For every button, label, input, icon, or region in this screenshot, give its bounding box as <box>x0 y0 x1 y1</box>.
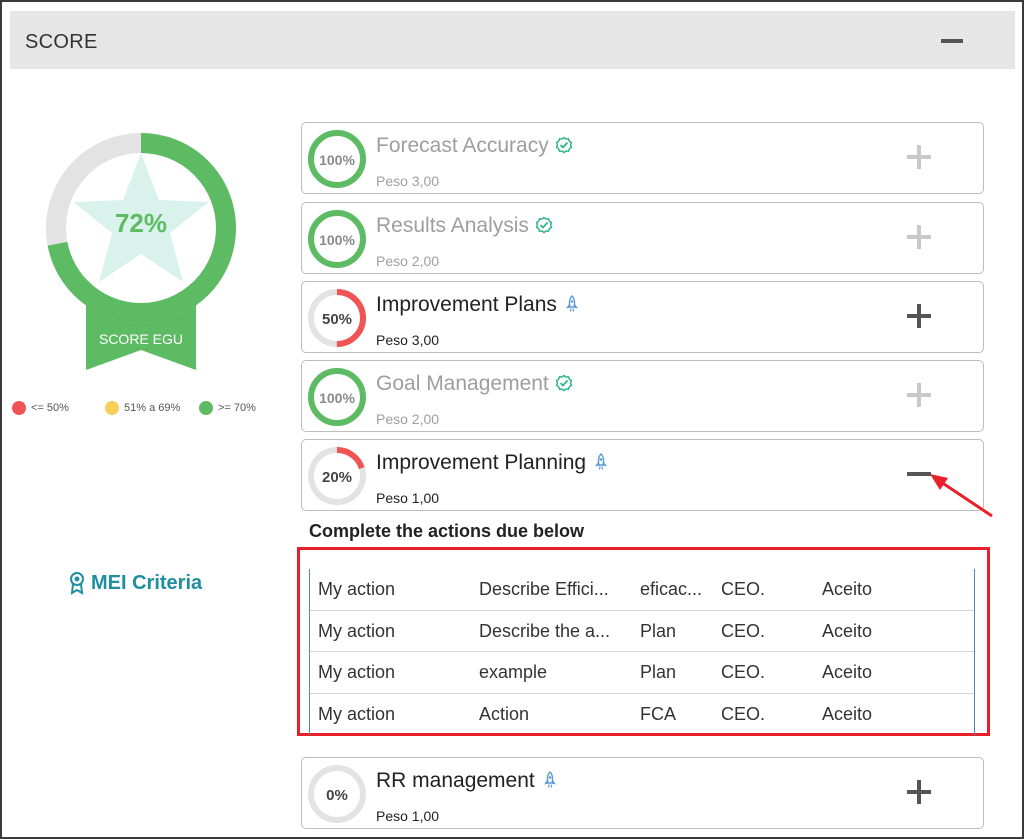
criterion-card[interactable]: 100% Forecast Accuracy Peso 3,00 <box>301 122 984 194</box>
score-panel-header[interactable]: SCORE <box>10 11 1015 69</box>
action-owner-type: My action <box>318 662 396 682</box>
actions-heading: Complete the actions due below <box>309 521 585 541</box>
criterion-title: Forecast Accuracy <box>376 134 573 158</box>
expand-plus-icon[interactable] <box>907 780 931 804</box>
overall-score-gauge: SCORE EGU 72% <box>46 133 236 370</box>
criterion-title-text: Goal Management <box>376 372 549 395</box>
check-circle-icon <box>555 374 573 392</box>
criterion-percent: 100% <box>319 390 355 406</box>
criterion-progress-ring: 100% <box>308 368 366 426</box>
action-description: example <box>479 662 548 682</box>
panel-title: SCORE <box>25 31 98 53</box>
criterion-percent: 50% <box>322 311 352 328</box>
criterion-title-text: RR management <box>376 769 535 792</box>
action-owner-type: My action <box>318 579 396 599</box>
toggle-bar-vertical <box>917 304 921 328</box>
criterion-progress-ring: 20% <box>308 447 366 505</box>
pointer-arrow <box>930 474 993 518</box>
legend-label: <= 50% <box>31 402 69 414</box>
criterion-title: Goal Management <box>376 372 573 396</box>
criterion-progress-ring: 100% <box>308 130 366 188</box>
criterion-percent: 20% <box>322 469 352 486</box>
legend-item-mid: 51% a 69% <box>105 401 180 415</box>
legend-label: >= 70% <box>218 402 256 414</box>
mei-criteria-link[interactable]: MEI Criteria <box>68 571 202 595</box>
action-category: Plan <box>640 662 677 682</box>
action-status: Aceito <box>822 620 873 641</box>
legend-label: 51% a 69% <box>124 402 181 414</box>
action-responsible: CEO. <box>721 703 766 724</box>
criterion-card[interactable]: 0% RR management Peso 1,00 <box>301 757 984 829</box>
criterion-card[interactable]: 100% Goal Management Peso 2,00 <box>301 360 984 432</box>
criterion-card[interactable]: 50% Improvement Plans Peso 3,00 <box>301 281 984 353</box>
criterion-title-text: Forecast Accuracy <box>376 134 549 157</box>
score-value: 72% <box>115 208 167 238</box>
action-description: Describe the a... <box>479 620 611 641</box>
red-dot-icon <box>12 401 26 415</box>
table-row[interactable]: My action Action FCA CEO. Aceito <box>310 694 974 736</box>
criterion-weight: Peso 1,00 <box>376 490 440 506</box>
rocket-icon <box>543 771 556 788</box>
action-description: Describe Effici... <box>479 579 609 599</box>
criterion-percent: 100% <box>319 232 355 248</box>
check-circle-icon <box>555 136 573 154</box>
criterion-title: Results Analysis <box>376 214 553 238</box>
legend-item-low: <= 50% <box>12 401 69 415</box>
table-row[interactable]: My action Describe the a... Plan CEO. Aceito <box>310 611 974 652</box>
score-ribbon-label: SCORE EGU <box>99 331 183 347</box>
toggle-bar-vertical <box>917 225 921 249</box>
expand-plus-icon[interactable] <box>907 383 931 407</box>
yellow-dot-icon <box>105 401 119 415</box>
criterion-weight: Peso 3,00 <box>376 173 440 189</box>
action-owner-type: My action <box>318 703 396 724</box>
criterion-weight: Peso 2,00 <box>376 253 440 269</box>
criterion-weight: Peso 1,00 <box>376 808 440 824</box>
check-circle-icon <box>535 216 553 234</box>
award-ribbon-icon <box>70 572 84 595</box>
rocket-icon <box>595 453 608 470</box>
criterion-card[interactable]: 20% Improvement Planning Peso 1,00 <box>301 439 984 511</box>
score-legend: <= 50% 51% a 69% >= 70% <box>12 401 272 419</box>
criterion-title: RR management <box>376 769 559 793</box>
criterion-title-text: Improvement Planning <box>376 451 587 474</box>
action-category: eficac... <box>640 579 703 599</box>
rocket-icon <box>565 295 578 312</box>
action-description: Action <box>479 703 530 724</box>
toggle-bar-vertical <box>917 145 921 169</box>
criterion-progress-ring: 0% <box>308 765 366 823</box>
criterion-progress-ring: 100% <box>308 210 366 268</box>
action-responsible: CEO. <box>721 620 766 641</box>
table-row[interactable]: My action example Plan CEO. Aceito <box>310 652 974 694</box>
criterion-title: Improvement Planning <box>376 451 610 475</box>
green-dot-icon <box>199 401 213 415</box>
criterion-weight: Peso 2,00 <box>376 411 440 427</box>
table-row[interactable]: My action Describe Effici... eficac... CEO.… <box>310 569 974 611</box>
action-status: Aceito <box>822 662 873 682</box>
toggle-bar-vertical <box>917 383 921 407</box>
actions-highlight-box: My action Describe Effici... eficac... CEO.… <box>297 547 990 736</box>
toggle-bar-vertical <box>917 780 921 804</box>
expand-plus-icon[interactable] <box>907 304 931 328</box>
criterion-title: Improvement Plans <box>376 293 581 317</box>
action-owner-type: My action <box>318 620 396 641</box>
criterion-progress-ring: 50% <box>308 289 366 347</box>
mei-criteria-label: MEI Criteria <box>91 571 203 594</box>
action-status: Aceito <box>822 703 873 724</box>
expand-plus-icon[interactable] <box>907 145 931 169</box>
collapse-panel-icon[interactable] <box>941 39 963 43</box>
criterion-weight: Peso 3,00 <box>376 332 440 348</box>
criterion-title-text: Results Analysis <box>376 214 529 237</box>
criterion-title-text: Improvement Plans <box>376 293 557 316</box>
actions-table: My action Describe Effici... eficac... CEO.… <box>309 569 975 735</box>
action-responsible: CEO. <box>721 662 766 682</box>
criterion-percent: 0% <box>326 787 348 804</box>
criterion-percent: 100% <box>319 152 355 168</box>
action-category: FCA <box>640 703 676 724</box>
criterion-card[interactable]: 100% Results Analysis Peso 2,00 <box>301 202 984 274</box>
action-responsible: CEO. <box>721 579 766 599</box>
legend-item-high: >= 70% <box>199 401 256 415</box>
expand-plus-icon[interactable] <box>907 225 931 249</box>
action-category: Plan <box>640 620 677 641</box>
action-status: Aceito <box>822 579 873 599</box>
